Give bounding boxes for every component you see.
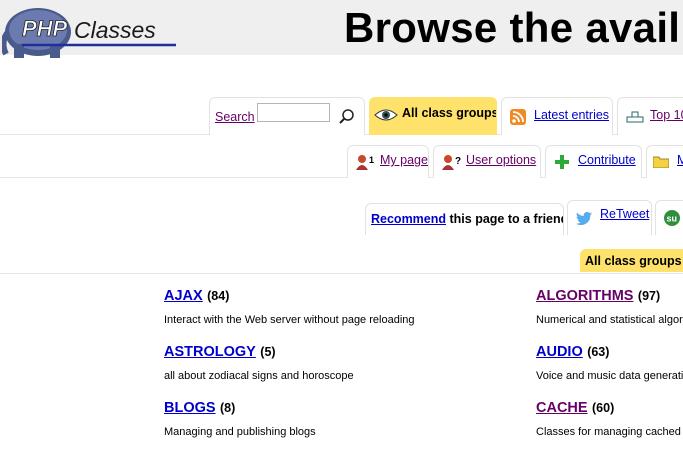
tab-label[interactable]: Contribute	[578, 153, 636, 167]
category-description: Voice and music data generation	[536, 370, 683, 382]
twitter-bird-icon	[576, 212, 592, 225]
svg-text:?: ?	[455, 156, 461, 167]
tab-latest-entries[interactable]: Latest entries	[501, 97, 613, 135]
user-icon: 1	[356, 155, 374, 170]
php-classes-logo[interactable]: PHP Classes	[2, 2, 187, 60]
category-item: BLOGS (8) Managing and publishing blogs	[164, 399, 316, 438]
content-divider	[0, 273, 683, 274]
magnifier-icon[interactable]	[338, 108, 356, 126]
category-description: Numerical and statistical algorithms	[536, 314, 683, 326]
recommend-tab: Recommend this page to a friend!	[365, 203, 564, 235]
category-link[interactable]: ASTROLOGY	[164, 344, 256, 360]
tab-all-class-groups[interactable]: All class groups	[369, 97, 497, 135]
search-link[interactable]: Search	[215, 110, 255, 124]
category-link[interactable]: AUDIO	[536, 344, 583, 360]
svg-text:Classes: Classes	[74, 17, 156, 43]
recommend-text-wrap: Recommend this page to a friend!	[371, 212, 564, 226]
plus-icon	[555, 155, 569, 169]
tab-label: All class groups	[402, 106, 497, 120]
recommend-text: this page to a friend!	[446, 212, 564, 226]
category-link[interactable]: AJAX	[164, 288, 203, 304]
search-input[interactable]	[257, 103, 330, 122]
category-link[interactable]: ALGORITHMS	[536, 288, 633, 304]
user-question-icon: ?	[442, 155, 461, 170]
tab-label[interactable]: ReTweet	[600, 207, 649, 221]
tab-label[interactable]: Top 10	[650, 108, 683, 122]
tab-user-options[interactable]: ? User options	[433, 145, 541, 178]
category-item: AUDIO (63) Voice and music data generati…	[536, 343, 683, 382]
category-description: all about zodiacal signs and horoscope	[164, 370, 354, 382]
retweet-tab[interactable]: ReTweet	[567, 200, 652, 235]
tab-my-page[interactable]: 1 My page	[347, 145, 429, 178]
stumbleupon-tab[interactable]: su	[655, 200, 683, 235]
tab-contribute[interactable]: Contribute	[545, 145, 642, 178]
category-count: (8)	[220, 401, 236, 415]
search-tab: Search	[209, 97, 365, 135]
stumbleupon-icon: su	[664, 210, 680, 226]
category-item: ASTROLOGY (5) all about zodiacal signs a…	[164, 343, 354, 382]
tab-label[interactable]: User options	[466, 153, 536, 167]
eye-icon	[374, 109, 398, 121]
tab-label[interactable]: My page	[380, 153, 428, 167]
tab-top-10[interactable]: Top 10	[617, 97, 683, 135]
svg-text:su: su	[667, 214, 678, 224]
category-item: CACHE (60) Classes for managing cached	[536, 399, 681, 438]
svg-text:1: 1	[369, 155, 374, 165]
tab-label: All class groups	[585, 254, 682, 268]
category-count: (60)	[592, 401, 615, 415]
category-description: Managing and publishing blogs	[164, 426, 316, 438]
rss-icon	[510, 109, 526, 125]
tab-all-class-groups-section[interactable]: All class groups	[580, 249, 683, 272]
svg-text:PHP: PHP	[22, 16, 68, 41]
category-count: (5)	[260, 345, 276, 359]
category-link[interactable]: BLOGS	[164, 400, 216, 416]
podium-icon	[626, 111, 644, 123]
page-headline: Browse the avail	[344, 4, 681, 51]
tab-label[interactable]: Latest entries	[534, 108, 609, 122]
category-count: (84)	[207, 289, 230, 303]
category-count: (97)	[637, 289, 661, 303]
category-item: ALGORITHMS (97) Numerical and statistica…	[536, 287, 683, 326]
category-count: (63)	[587, 345, 610, 359]
tab-more[interactable]: M	[646, 145, 683, 178]
category-description: Classes for managing cached	[536, 426, 681, 438]
tab-label[interactable]: M	[677, 153, 683, 167]
recommend-link[interactable]: Recommend	[371, 212, 446, 226]
category-link[interactable]: CACHE	[536, 400, 588, 416]
category-item: AJAX (84) Interact with the Web server w…	[164, 287, 415, 326]
folder-icon	[653, 156, 669, 168]
category-description: Interact with the Web server without pag…	[164, 314, 415, 326]
